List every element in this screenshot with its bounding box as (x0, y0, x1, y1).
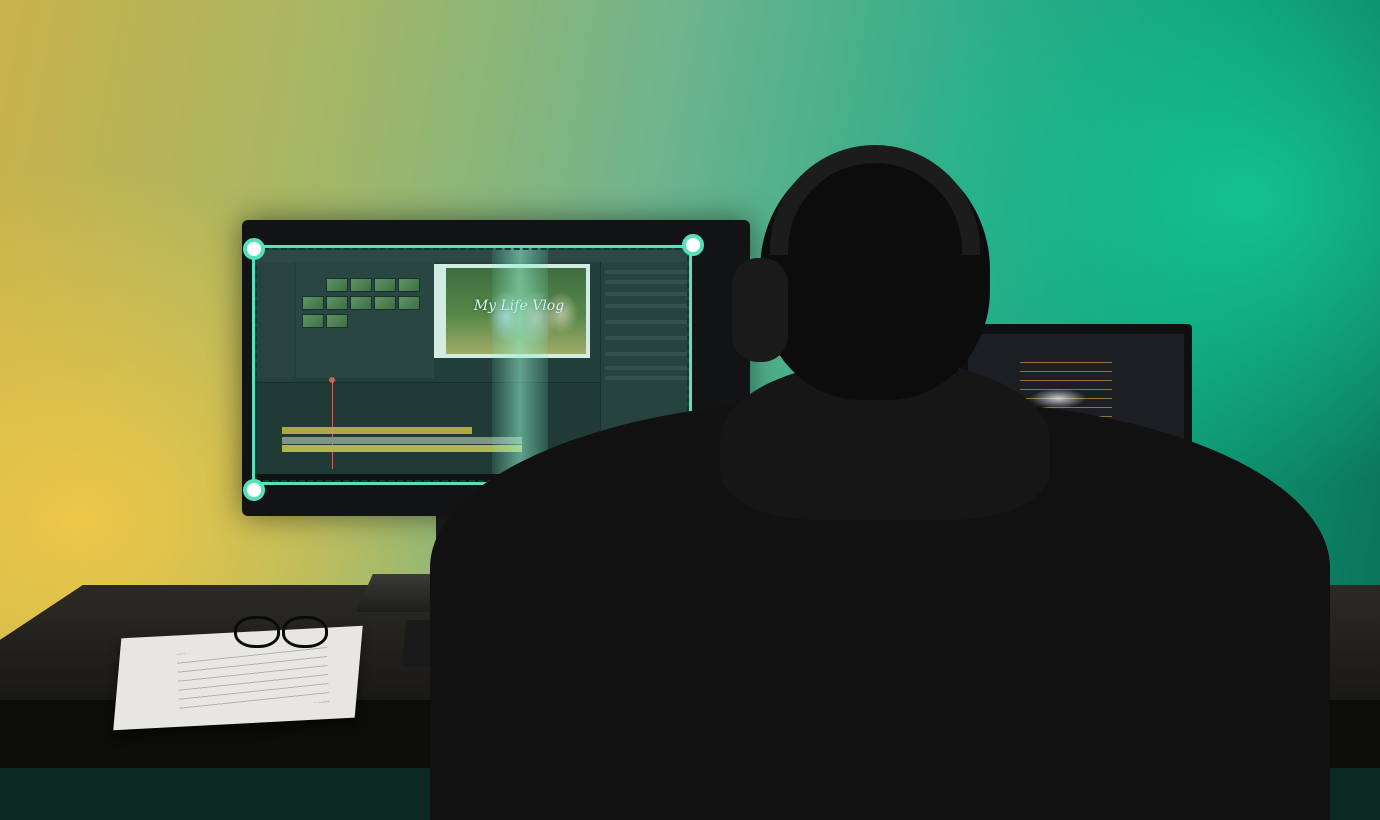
selection-handle-icon (243, 238, 265, 260)
left-lens (234, 616, 280, 648)
handwritten-notes (176, 646, 330, 710)
right-lens (282, 616, 328, 648)
eyeglasses (230, 608, 330, 648)
selection-handle-icon (682, 234, 704, 256)
selection-handle-icon (243, 479, 265, 501)
headphones-earcup (732, 258, 788, 362)
